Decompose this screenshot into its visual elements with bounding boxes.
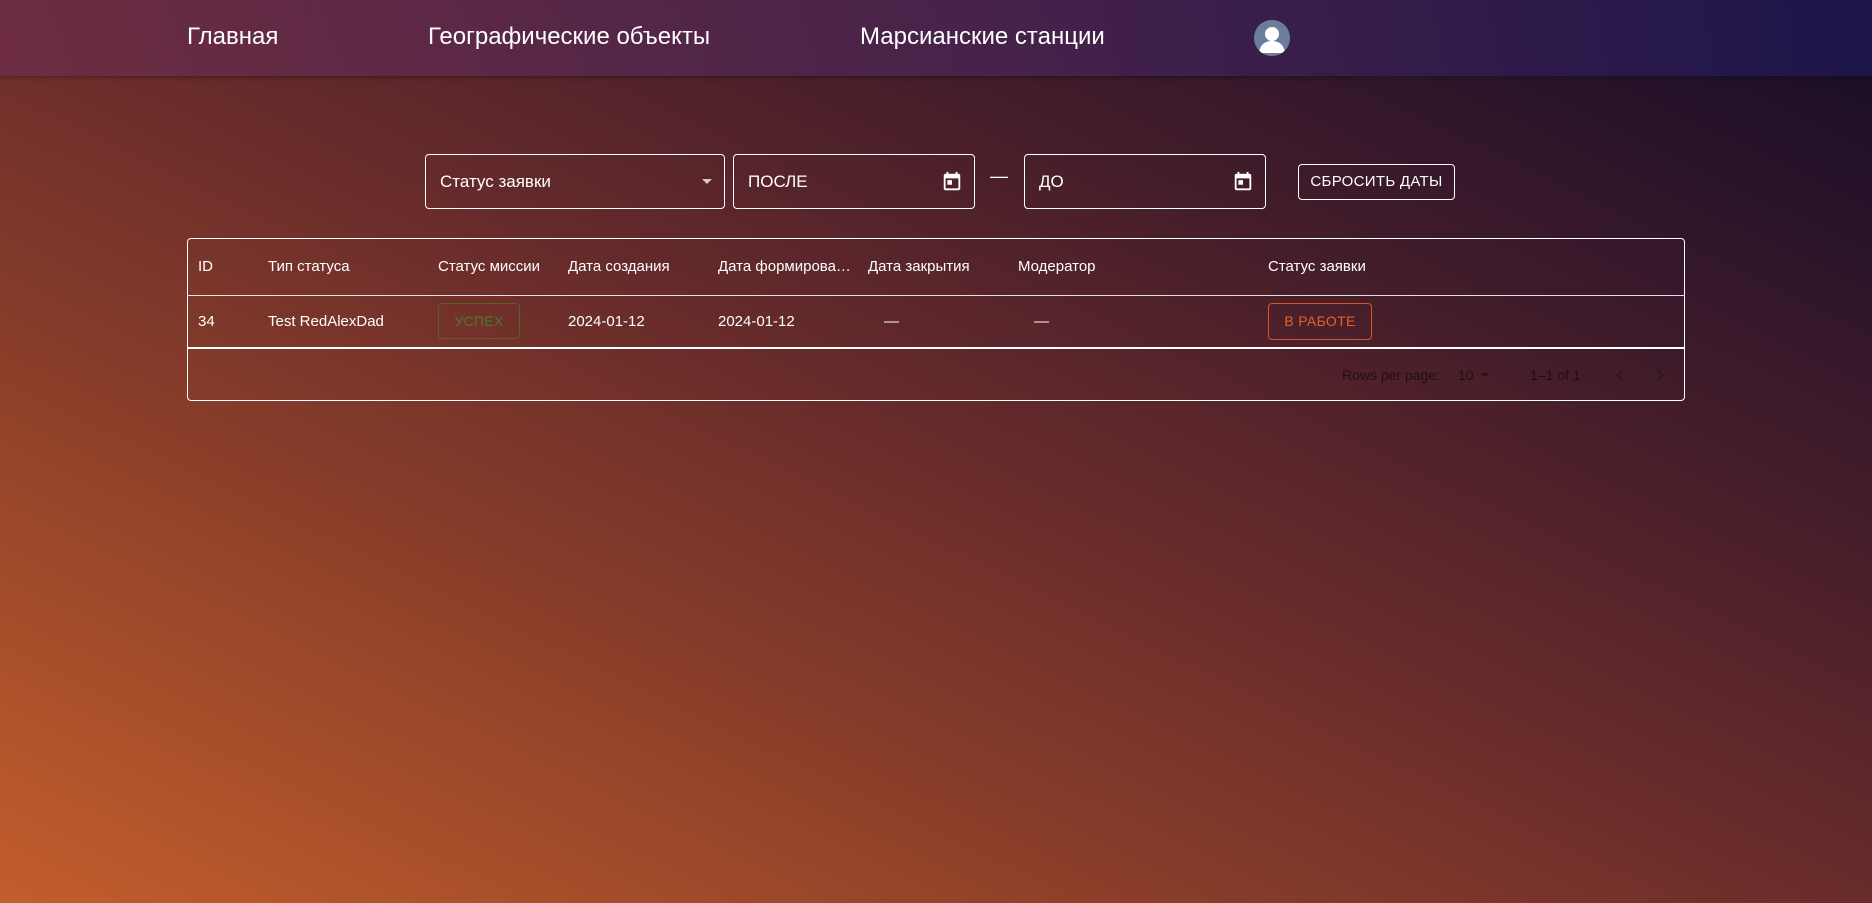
column-header-id[interactable]: ID — [198, 239, 213, 295]
rows-per-page-select[interactable]: 10 — [1458, 349, 1474, 401]
mission-status-chip: УСПЕХ — [438, 303, 520, 339]
status-filter-select[interactable]: Статус заявки — [425, 154, 725, 209]
table-header: ID Тип статуса Статус миссии Дата создан… — [188, 239, 1684, 296]
column-header-request-status[interactable]: Статус заявки — [1268, 239, 1366, 295]
cell-created-date: 2024-01-12 — [568, 313, 645, 330]
nav-link-geo-objects[interactable]: Географические объекты — [428, 22, 710, 52]
date-from-input[interactable]: ПОСЛЕ — [733, 154, 975, 209]
previous-page-icon[interactable] — [1608, 363, 1632, 387]
calendar-icon[interactable] — [1232, 171, 1254, 193]
cell-status-type: Test RedAlexDad — [268, 313, 384, 330]
status-filter-label: Статус заявки — [440, 172, 551, 191]
cell-formed-date: 2024-01-12 — [718, 313, 795, 330]
nav-link-mars-stations[interactable]: Марсианские станции — [860, 22, 1105, 52]
rows-per-page-arrow-icon — [1481, 373, 1489, 377]
column-header-mission-status[interactable]: Статус миссии — [438, 239, 540, 295]
cell-closed-date: — — [884, 313, 899, 330]
date-to-placeholder: ДО — [1039, 172, 1064, 191]
table-row[interactable]: 34 Test RedAlexDad УСПЕХ 2024-01-12 2024… — [188, 296, 1684, 349]
request-status-button[interactable]: В РАБОТЕ — [1268, 303, 1372, 340]
calendar-icon[interactable] — [941, 171, 963, 193]
dropdown-arrow-icon — [702, 179, 712, 184]
date-from-placeholder: ПОСЛЕ — [748, 172, 808, 191]
requests-table: ID Тип статуса Статус миссии Дата создан… — [187, 238, 1685, 401]
next-page-icon[interactable] — [1648, 363, 1672, 387]
cell-moderator: — — [1034, 313, 1049, 330]
rows-per-page-label: Rows per page: — [1342, 367, 1441, 383]
column-header-closed[interactable]: Дата закрытия — [868, 239, 970, 295]
column-header-formed[interactable]: Дата формирова… — [718, 239, 858, 295]
nav-link-home[interactable]: Главная — [187, 22, 278, 52]
user-avatar-icon[interactable] — [1254, 20, 1290, 56]
date-range-separator: — — [990, 166, 1008, 186]
column-header-status-type[interactable]: Тип статуса — [268, 239, 350, 295]
reset-dates-button[interactable]: СБРОСИТЬ ДАТЫ — [1298, 164, 1455, 200]
table-pagination: Rows per page: 10 1–1 of 1 — [188, 349, 1684, 401]
date-to-input[interactable]: ДО — [1024, 154, 1266, 209]
top-navbar: Главная Географические объекты Марсианск… — [0, 0, 1872, 76]
cell-id: 34 — [198, 313, 215, 330]
column-header-created[interactable]: Дата создания — [568, 239, 670, 295]
pagination-range: 1–1 of 1 — [1530, 367, 1581, 383]
column-header-moderator[interactable]: Модератор — [1018, 239, 1096, 295]
